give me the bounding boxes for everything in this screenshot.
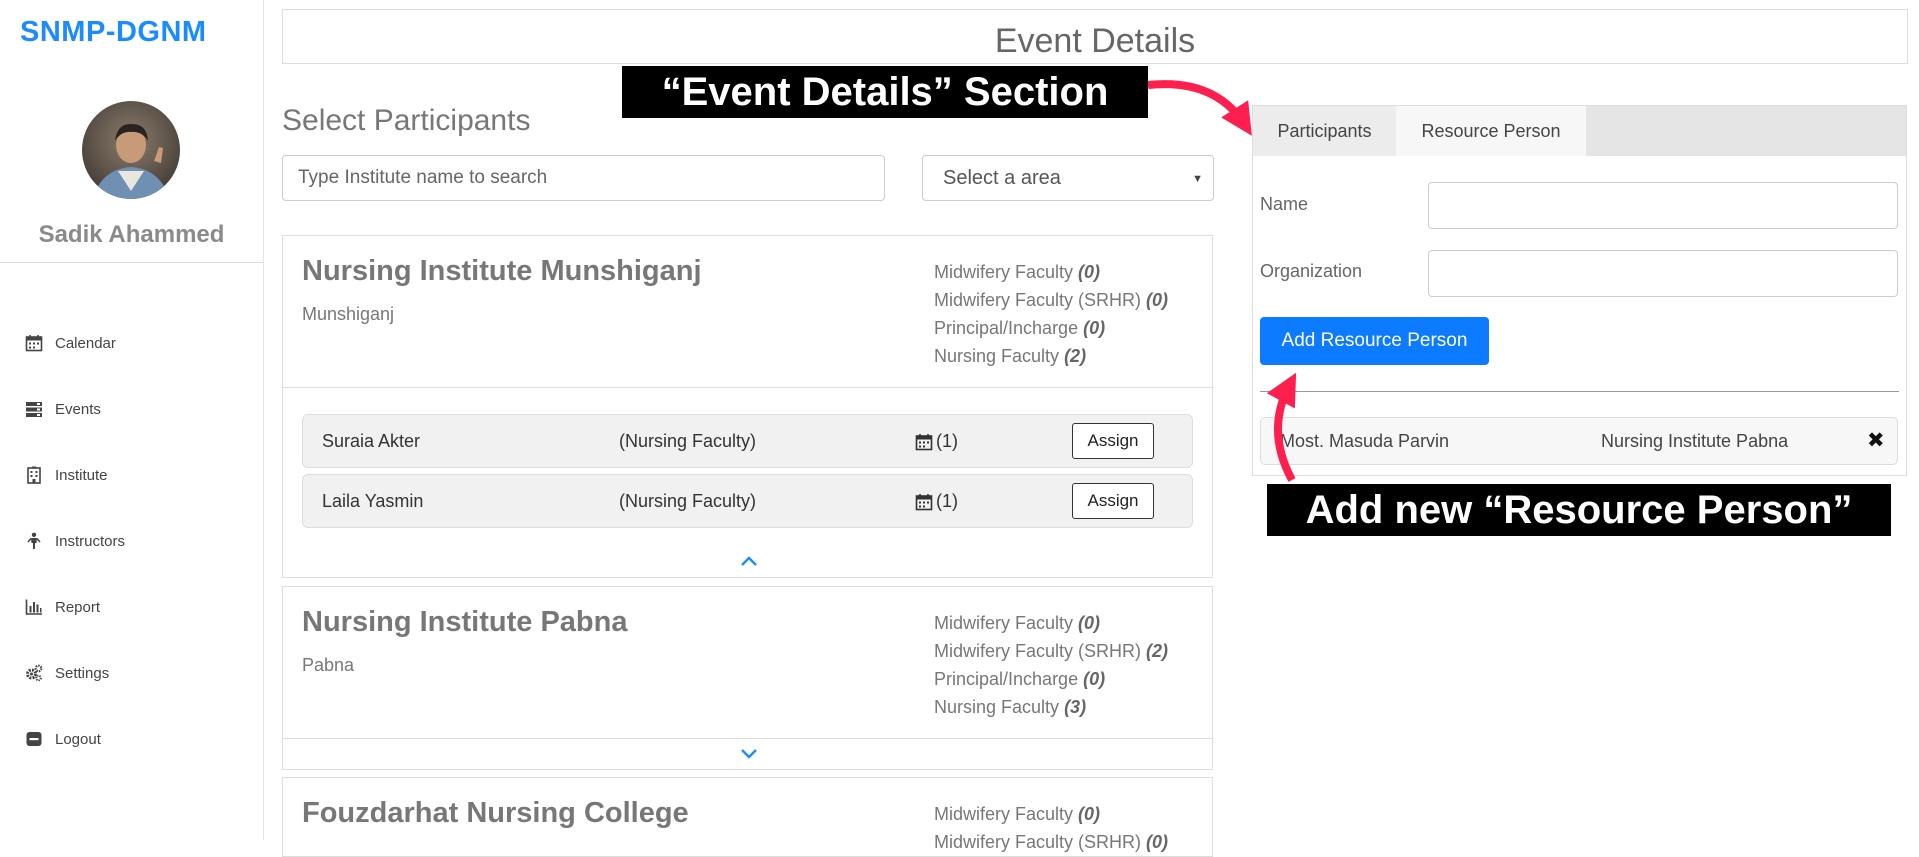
resource-name-input[interactable] bbox=[1428, 182, 1898, 229]
staff-row: Laila Yasmin (Nursing Faculty) (1) Assig… bbox=[302, 474, 1193, 528]
resource-organization-input[interactable] bbox=[1428, 250, 1898, 297]
tab-resource-person[interactable]: Resource Person bbox=[1396, 106, 1586, 156]
institute-name: Nursing Institute Pabna bbox=[302, 606, 628, 638]
institute-name: Nursing Institute Munshiganj bbox=[302, 255, 702, 287]
staff-events-count: (1) bbox=[915, 431, 958, 452]
area-select[interactable]: Select a area ▼ bbox=[922, 155, 1214, 201]
count-row: Midwifery Faculty (0) bbox=[934, 804, 1101, 824]
count-row: Midwifery Faculty (0) bbox=[934, 613, 1101, 633]
count-row: Midwifery Faculty (0) bbox=[934, 262, 1101, 282]
institute-card-munshiganj: Nursing Institute Munshiganj Munshiganj … bbox=[282, 235, 1213, 578]
name-label: Name bbox=[1260, 194, 1309, 214]
sidebar: SNMP-DGNM Sadik Ahammed Calendar Events … bbox=[0, 0, 264, 840]
card-divider bbox=[283, 738, 1212, 739]
faculty-counts: Midwifery Faculty (0) Midwifery Faculty … bbox=[934, 609, 1168, 721]
user-name: Sadik Ahammed bbox=[38, 221, 225, 248]
resource-person-name: Most. Masuda Parvin bbox=[1280, 431, 1450, 451]
institute-card-pabna: Nursing Institute Pabna Pabna Midwifery … bbox=[282, 586, 1213, 770]
calendar-icon bbox=[915, 493, 933, 510]
sidebar-item-label: Settings bbox=[55, 664, 110, 682]
calendar-icon bbox=[915, 433, 933, 450]
faculty-counts: Midwifery Faculty (0) Midwifery Faculty … bbox=[934, 258, 1168, 370]
calendar-icon bbox=[25, 335, 43, 352]
count-row: Principal/Incharge (0) bbox=[934, 318, 1106, 338]
staff-row: Suraia Akter (Nursing Faculty) (1) Assig… bbox=[302, 414, 1193, 468]
area-select-value: Select a area bbox=[943, 166, 1061, 189]
callout-event-details: “Event Details” Section bbox=[622, 66, 1148, 118]
count-row: Midwifery Faculty (SRHR) (0) bbox=[934, 832, 1169, 852]
gears-icon bbox=[26, 664, 43, 682]
count-row: Midwifery Faculty (SRHR) (0) bbox=[934, 290, 1169, 310]
add-resource-person-button[interactable]: Add Resource Person bbox=[1260, 317, 1489, 365]
staff-name: Laila Yasmin bbox=[322, 491, 424, 511]
sidebar-item-settings[interactable]: Settings bbox=[25, 640, 125, 706]
sidebar-divider bbox=[0, 262, 263, 263]
panel-divider bbox=[1260, 391, 1899, 392]
page-title: Event Details bbox=[994, 22, 1196, 60]
staff-name: Suraia Akter bbox=[322, 431, 421, 451]
institute-name: Fouzdarhat Nursing College bbox=[302, 797, 689, 829]
tab-participants[interactable]: Participants bbox=[1253, 106, 1396, 156]
organization-label: Organization bbox=[1260, 261, 1363, 281]
staff-role: (Nursing Faculty) bbox=[619, 491, 757, 511]
event-details-header: Event Details bbox=[282, 9, 1908, 64]
sidebar-item-institute[interactable]: Institute bbox=[25, 442, 125, 508]
chevron-up-icon[interactable] bbox=[739, 554, 759, 568]
sidebar-item-label: Institute bbox=[55, 466, 108, 484]
card-divider bbox=[283, 387, 1212, 388]
sidebar-item-calendar[interactable]: Calendar bbox=[25, 310, 125, 376]
brand-logo[interactable]: SNMP-DGNM bbox=[20, 16, 207, 49]
caret-down-icon: ▼ bbox=[1192, 173, 1203, 185]
arrow-to-tabs bbox=[1147, 80, 1252, 136]
bar-chart-icon bbox=[25, 599, 42, 615]
sidebar-item-instructors[interactable]: Instructors bbox=[25, 508, 125, 574]
sidebar-item-label: Report bbox=[55, 598, 101, 616]
sidebar-item-report[interactable]: Report bbox=[25, 574, 125, 640]
sidebar-item-label: Calendar bbox=[55, 334, 116, 352]
institute-location: Pabna bbox=[302, 655, 355, 675]
count-row: Nursing Faculty (2) bbox=[934, 346, 1087, 366]
sidebar-nav: Calendar Events Institute Instructors Re… bbox=[25, 310, 125, 772]
count-row: Principal/Incharge (0) bbox=[934, 669, 1106, 689]
staff-events-count: (1) bbox=[915, 491, 958, 512]
count-row: Midwifery Faculty (SRHR) (2) bbox=[934, 641, 1169, 661]
faculty-counts: Midwifery Faculty (0) Midwifery Faculty … bbox=[934, 800, 1168, 856]
avatar bbox=[82, 101, 180, 199]
callout-add-resource-person: Add new “Resource Person” bbox=[1267, 484, 1891, 536]
sidebar-item-label: Events bbox=[55, 400, 101, 418]
institute-card-fouzdarhat: Fouzdarhat Nursing College Midwifery Fac… bbox=[282, 777, 1213, 857]
sidebar-item-logout[interactable]: Logout bbox=[25, 706, 125, 772]
assign-button[interactable]: Assign bbox=[1072, 423, 1154, 459]
remove-icon[interactable]: ✖ bbox=[1867, 428, 1885, 453]
institute-location: Munshiganj bbox=[302, 304, 395, 324]
institute-search-input[interactable] bbox=[282, 155, 885, 201]
assign-button[interactable]: Assign bbox=[1072, 483, 1154, 519]
select-participants-title: Select Participants bbox=[282, 104, 531, 137]
minus-square-icon bbox=[26, 732, 42, 746]
tab-bar: Participants Resource Person bbox=[1253, 106, 1906, 156]
resource-person-item: Most. Masuda Parvin Nursing Institute Pa… bbox=[1260, 417, 1898, 465]
count-row: Nursing Faculty (3) bbox=[934, 697, 1087, 717]
person-icon bbox=[27, 532, 41, 549]
resource-person-org: Nursing Institute Pabna bbox=[1601, 431, 1789, 451]
sidebar-item-label: Logout bbox=[55, 730, 101, 748]
server-icon bbox=[26, 402, 42, 417]
sidebar-item-label: Instructors bbox=[55, 532, 126, 550]
sidebar-item-events[interactable]: Events bbox=[25, 376, 125, 442]
chevron-down-icon[interactable] bbox=[739, 747, 759, 761]
building-icon bbox=[27, 466, 41, 484]
resource-person-panel: Participants Resource Person Name Organi… bbox=[1252, 105, 1907, 476]
staff-role: (Nursing Faculty) bbox=[619, 431, 757, 451]
